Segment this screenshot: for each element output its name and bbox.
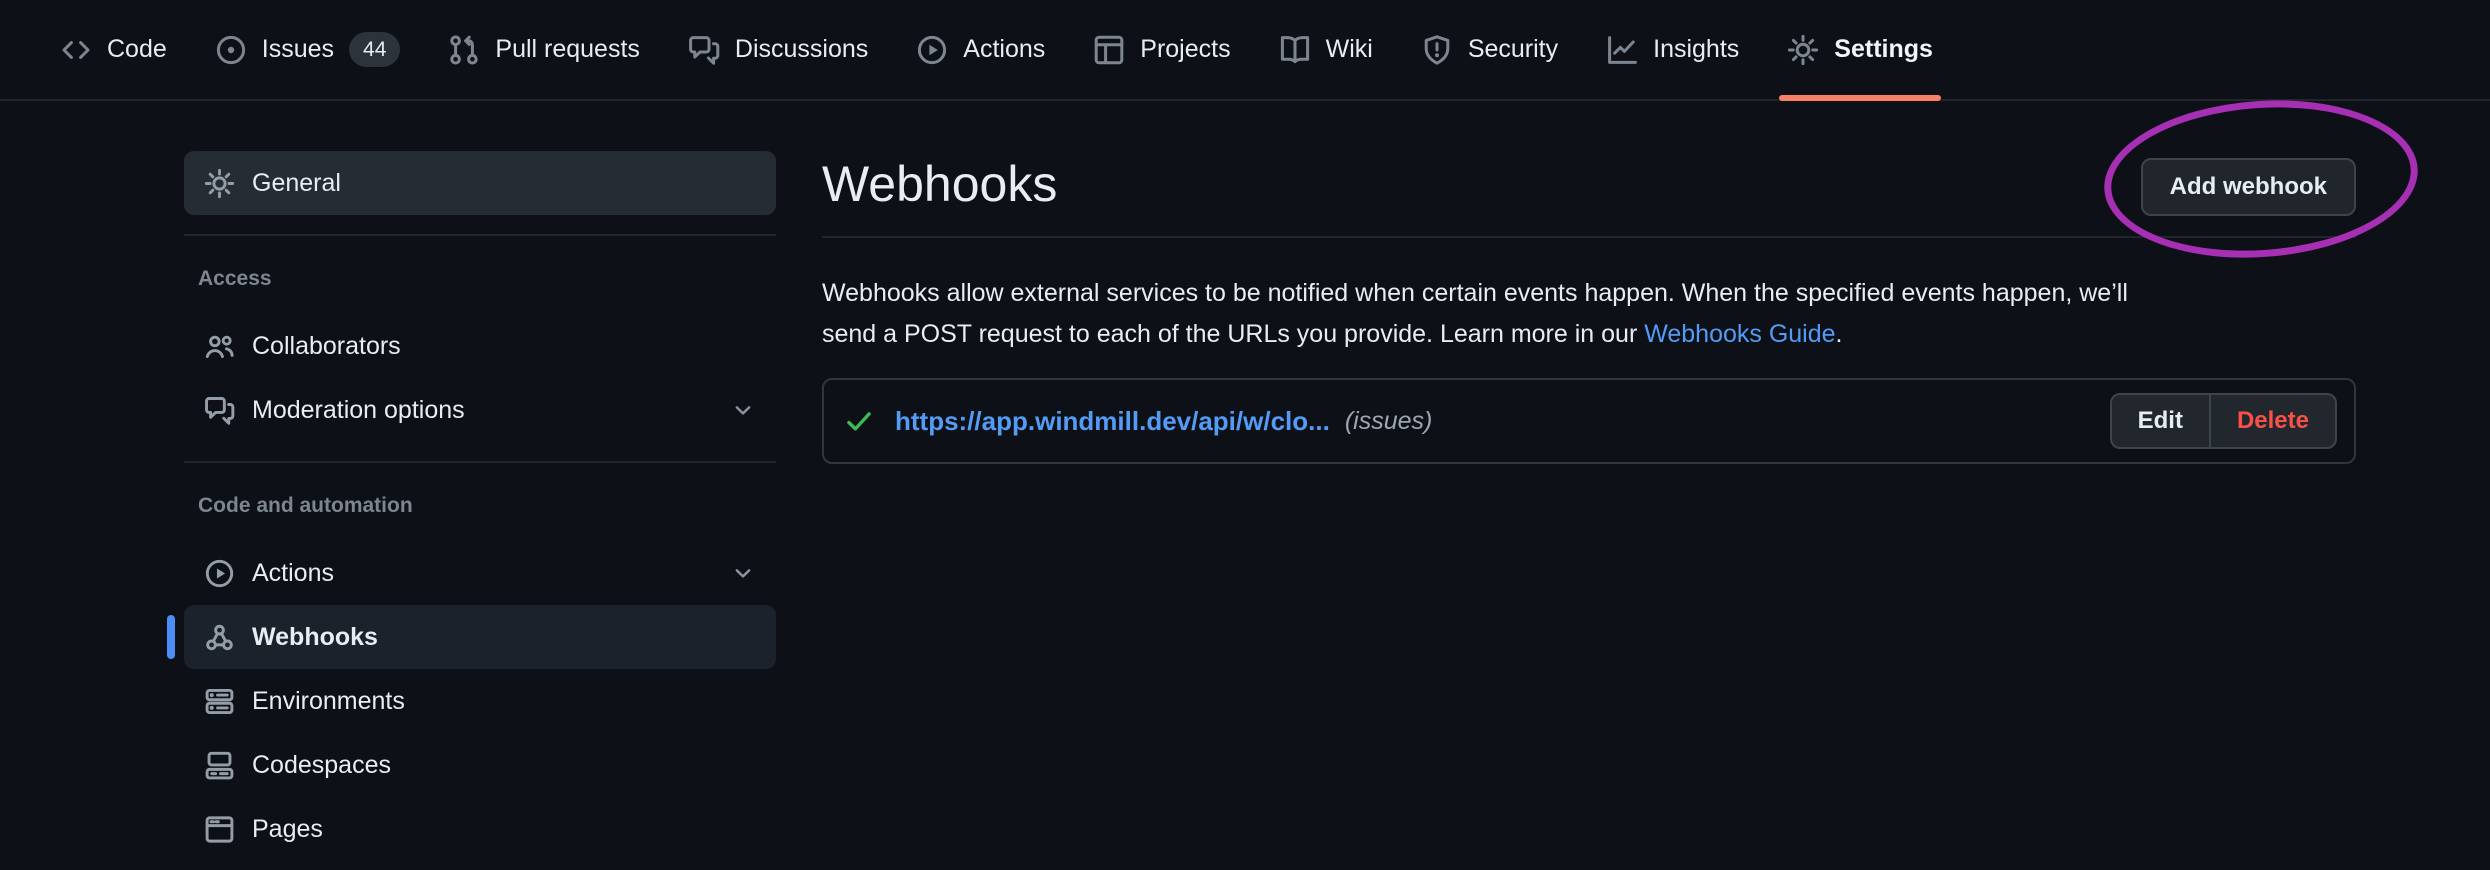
graph-icon (1606, 34, 1638, 66)
settings-sidebar: General Access Collaborators Moderation … (184, 151, 776, 861)
sidebar-item-general[interactable]: General (184, 151, 776, 215)
sidebar-divider (184, 461, 776, 463)
main-header: Webhooks Add webhook (822, 140, 2356, 238)
delete-webhook-button[interactable]: Delete (2209, 395, 2335, 447)
sidebar-section-access: Access (184, 266, 776, 292)
tab-settings[interactable]: Settings (1763, 0, 1957, 99)
description-text: send a POST request to each of the URLs … (822, 320, 1644, 348)
sidebar-item-webhooks[interactable]: Webhooks (184, 605, 776, 669)
webhook-url-link[interactable]: https://app.windmill.dev/api/w/clo... (895, 406, 1330, 437)
tab-discussions[interactable]: Discussions (664, 0, 892, 99)
sidebar-item-label: Moderation options (252, 396, 465, 425)
codespaces-icon (204, 750, 235, 781)
browser-icon (204, 814, 235, 845)
play-icon (204, 558, 235, 589)
play-icon (916, 34, 948, 66)
tab-wiki[interactable]: Wiki (1255, 0, 1397, 99)
shield-icon (1421, 34, 1453, 66)
chevron-down-icon (730, 560, 756, 586)
webhook-actions-group: Edit Delete (2110, 393, 2337, 449)
sidebar-item-label: Collaborators (252, 332, 401, 361)
page-title: Webhooks (822, 140, 2356, 215)
add-webhook-button[interactable]: Add webhook (2141, 158, 2356, 216)
tab-label: Projects (1140, 35, 1230, 64)
webhooks-description: Webhooks allow external services to be n… (822, 273, 2356, 355)
gear-icon (1787, 34, 1819, 66)
sidebar-item-collaborators[interactable]: Collaborators (184, 314, 776, 378)
sidebar-item-environments[interactable]: Environments (184, 669, 776, 733)
tab-label: Pull requests (495, 35, 640, 64)
tab-issues[interactable]: Issues 44 (191, 0, 425, 99)
description-period: . (1836, 320, 1843, 348)
tab-label: Insights (1653, 35, 1739, 64)
sidebar-item-label: Actions (252, 559, 334, 588)
server-icon (204, 686, 235, 717)
webhooks-guide-link[interactable]: Webhooks Guide (1644, 320, 1835, 348)
sidebar-section-code-and-automation: Code and automation (184, 493, 776, 519)
tab-actions[interactable]: Actions (892, 0, 1069, 99)
sidebar-item-actions[interactable]: Actions (184, 541, 776, 605)
tab-label: Code (107, 35, 167, 64)
description-line-1: Webhooks allow external services to be n… (822, 273, 2356, 314)
webhook-events-label: (issues) (1345, 407, 1433, 436)
webhook-list-item: https://app.windmill.dev/api/w/clo... (i… (822, 378, 2356, 464)
edit-webhook-button[interactable]: Edit (2112, 395, 2209, 447)
gear-icon (204, 168, 235, 199)
code-icon (60, 34, 92, 66)
sidebar-item-codespaces[interactable]: Codespaces (184, 733, 776, 797)
check-icon (844, 406, 874, 436)
table-icon (1093, 34, 1125, 66)
repo-nav: Code Issues 44 Pull requests Discussions… (0, 0, 2490, 101)
webhooks-settings-panel: Webhooks Add webhook Webhooks allow exte… (822, 140, 2356, 464)
sidebar-item-label: General (252, 169, 341, 198)
sidebar-item-pages[interactable]: Pages (184, 797, 776, 861)
tab-label: Issues (262, 35, 334, 64)
tab-security[interactable]: Security (1397, 0, 1582, 99)
tab-projects[interactable]: Projects (1069, 0, 1254, 99)
tab-label: Settings (1834, 35, 1933, 64)
chevron-down-icon (730, 397, 756, 423)
tab-label: Discussions (735, 35, 868, 64)
book-icon (1279, 34, 1311, 66)
tab-label: Security (1468, 35, 1558, 64)
sidebar-item-label: Environments (252, 687, 405, 716)
git-pull-request-icon (448, 34, 480, 66)
tab-label: Wiki (1326, 35, 1373, 64)
sidebar-item-label: Codespaces (252, 751, 391, 780)
description-line-2: send a POST request to each of the URLs … (822, 314, 2356, 355)
sidebar-item-label: Pages (252, 815, 323, 844)
issue-opened-icon (215, 34, 247, 66)
tab-insights[interactable]: Insights (1582, 0, 1763, 99)
sidebar-item-label: Webhooks (252, 623, 378, 652)
people-icon (204, 331, 235, 362)
comment-discussion-icon (204, 395, 235, 426)
comment-discussion-icon (688, 34, 720, 66)
tab-label: Actions (963, 35, 1045, 64)
tab-pull-requests[interactable]: Pull requests (424, 0, 664, 99)
issues-count-badge: 44 (349, 32, 400, 67)
webhook-icon (204, 622, 235, 653)
sidebar-divider (184, 234, 776, 236)
sidebar-item-moderation-options[interactable]: Moderation options (184, 378, 776, 442)
tab-code[interactable]: Code (36, 0, 191, 99)
